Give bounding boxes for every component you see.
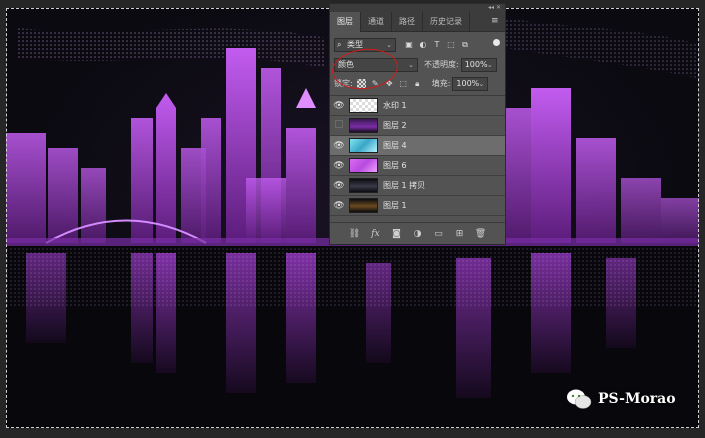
- blend-mode-select[interactable]: 颜色 ⌄: [334, 57, 418, 72]
- lock-paint-icon[interactable]: ✎: [371, 79, 380, 88]
- new-layer-icon[interactable]: ⊞: [454, 229, 466, 239]
- tab-history[interactable]: 历史记录: [423, 12, 470, 32]
- shape-filter-icon[interactable]: ⬚: [446, 40, 456, 50]
- layer-name: 图层 6: [383, 161, 407, 170]
- layer-row[interactable]: 👁︎ 图层 4: [330, 136, 505, 156]
- type-filter-icon[interactable]: T: [432, 40, 442, 50]
- filter-kind-select[interactable]: ⌕ 类型 ⌄: [334, 37, 396, 52]
- blend-mode-value: 颜色: [338, 59, 354, 69]
- layer-name: 图层 1 拷贝: [383, 181, 426, 190]
- layer-thumbnail: [349, 158, 378, 173]
- lock-all-icon[interactable]: 🔒︎: [413, 79, 422, 88]
- lock-row: 锁定: ✎ ✥ ⬚ 🔒︎ 填充: 100% ⌄: [330, 74, 505, 93]
- filter-toggle[interactable]: [493, 39, 500, 46]
- watermark: PS-Morao: [566, 386, 676, 412]
- tab-layers[interactable]: 图层: [330, 12, 361, 32]
- blend-row: 颜色 ⌄ 不透明度: 100% ⌄: [330, 55, 505, 74]
- layer-thumbnail: [349, 198, 378, 213]
- smart-object-filter-icon[interactable]: ⧉: [460, 40, 470, 50]
- lock-artboard-icon[interactable]: ⬚: [399, 79, 408, 88]
- tab-channels[interactable]: 通道: [361, 12, 392, 32]
- fx-icon[interactable]: fx: [370, 229, 382, 239]
- panel-footer: ⛓ fx ◙ ◑ ▭ ⊞ 🗑︎: [330, 222, 505, 244]
- filter-kind-value: 类型: [347, 39, 363, 49]
- chevron-down-icon: ⌄: [386, 40, 392, 49]
- layers-panel[interactable]: ◂◂ ✕ 图层 通道 路径 历史记录 ≡ ⌕ 类型 ⌄ ▣ ◐ T ⬚ ⧉ 颜色…: [329, 3, 506, 245]
- tab-paths[interactable]: 路径: [392, 12, 423, 32]
- chevron-down-icon: ⌄: [408, 60, 414, 69]
- layer-row[interactable]: 图层 2: [330, 116, 505, 136]
- fill-value: 100%: [456, 78, 480, 88]
- layer-name: 图层 2: [383, 121, 407, 130]
- layer-list: 👁︎ 水印 1 图层 2 👁︎ 图层 4 👁︎ 图层 6 👁︎ 图层 1 拷贝 …: [330, 95, 505, 216]
- panel-menu-icon[interactable]: ≡: [491, 16, 500, 26]
- layer-thumbnail: [349, 178, 378, 193]
- lock-transparent-icon[interactable]: [356, 79, 366, 88]
- lock-position-icon[interactable]: ✥: [385, 79, 394, 88]
- collapse-icon[interactable]: ◂◂ ✕: [488, 5, 501, 11]
- opacity-value: 100%: [464, 59, 488, 69]
- eye-icon[interactable]: 👁︎: [330, 161, 348, 171]
- fill-field[interactable]: 100% ⌄: [452, 76, 489, 91]
- eye-icon[interactable]: 👁︎: [330, 181, 348, 191]
- panel-title-bar[interactable]: ◂◂ ✕: [330, 4, 505, 12]
- layer-thumbnail: [349, 138, 378, 153]
- layer-thumbnail: [349, 118, 378, 133]
- wechat-icon: [566, 388, 592, 410]
- panel-tabs: 图层 通道 路径 历史记录 ≡: [330, 12, 505, 32]
- opacity-field[interactable]: 100% ⌄: [460, 57, 497, 72]
- add-mask-icon[interactable]: ◙: [391, 229, 403, 239]
- opacity-label: 不透明度:: [424, 60, 459, 69]
- fill-label: 填充:: [431, 79, 451, 88]
- layer-filter-row: ⌕ 类型 ⌄ ▣ ◐ T ⬚ ⧉: [330, 35, 505, 54]
- search-icon: ⌕: [337, 39, 342, 49]
- eye-icon[interactable]: 👁︎: [330, 141, 348, 151]
- layer-name: 图层 4: [383, 141, 407, 150]
- link-layers-icon[interactable]: ⛓: [349, 229, 361, 239]
- layer-name: 水印 1: [383, 101, 407, 110]
- watermark-text: PS-Morao: [598, 391, 676, 407]
- layer-name: 图层 1: [383, 201, 407, 210]
- lock-label: 锁定:: [334, 79, 353, 88]
- chevron-down-icon: ⌄: [486, 60, 493, 69]
- image-filter-icon[interactable]: ▣: [404, 40, 414, 50]
- delete-layer-icon[interactable]: 🗑︎: [475, 229, 487, 239]
- layer-row[interactable]: 👁︎ 水印 1: [330, 96, 505, 116]
- eye-icon[interactable]: 👁︎: [330, 101, 348, 111]
- new-group-icon[interactable]: ▭: [433, 229, 445, 239]
- adjustment-filter-icon[interactable]: ◐: [418, 40, 428, 50]
- layer-row[interactable]: 👁︎ 图层 6: [330, 156, 505, 176]
- layer-row[interactable]: 👁︎ 图层 1 拷贝: [330, 176, 505, 196]
- adjustment-layer-icon[interactable]: ◑: [412, 229, 424, 239]
- layer-row[interactable]: 👁︎ 图层 1: [330, 196, 505, 216]
- layer-thumbnail: [349, 98, 378, 113]
- eye-hidden-toggle[interactable]: [330, 120, 348, 131]
- chevron-down-icon: ⌄: [478, 79, 485, 88]
- eye-icon[interactable]: 👁︎: [330, 201, 348, 211]
